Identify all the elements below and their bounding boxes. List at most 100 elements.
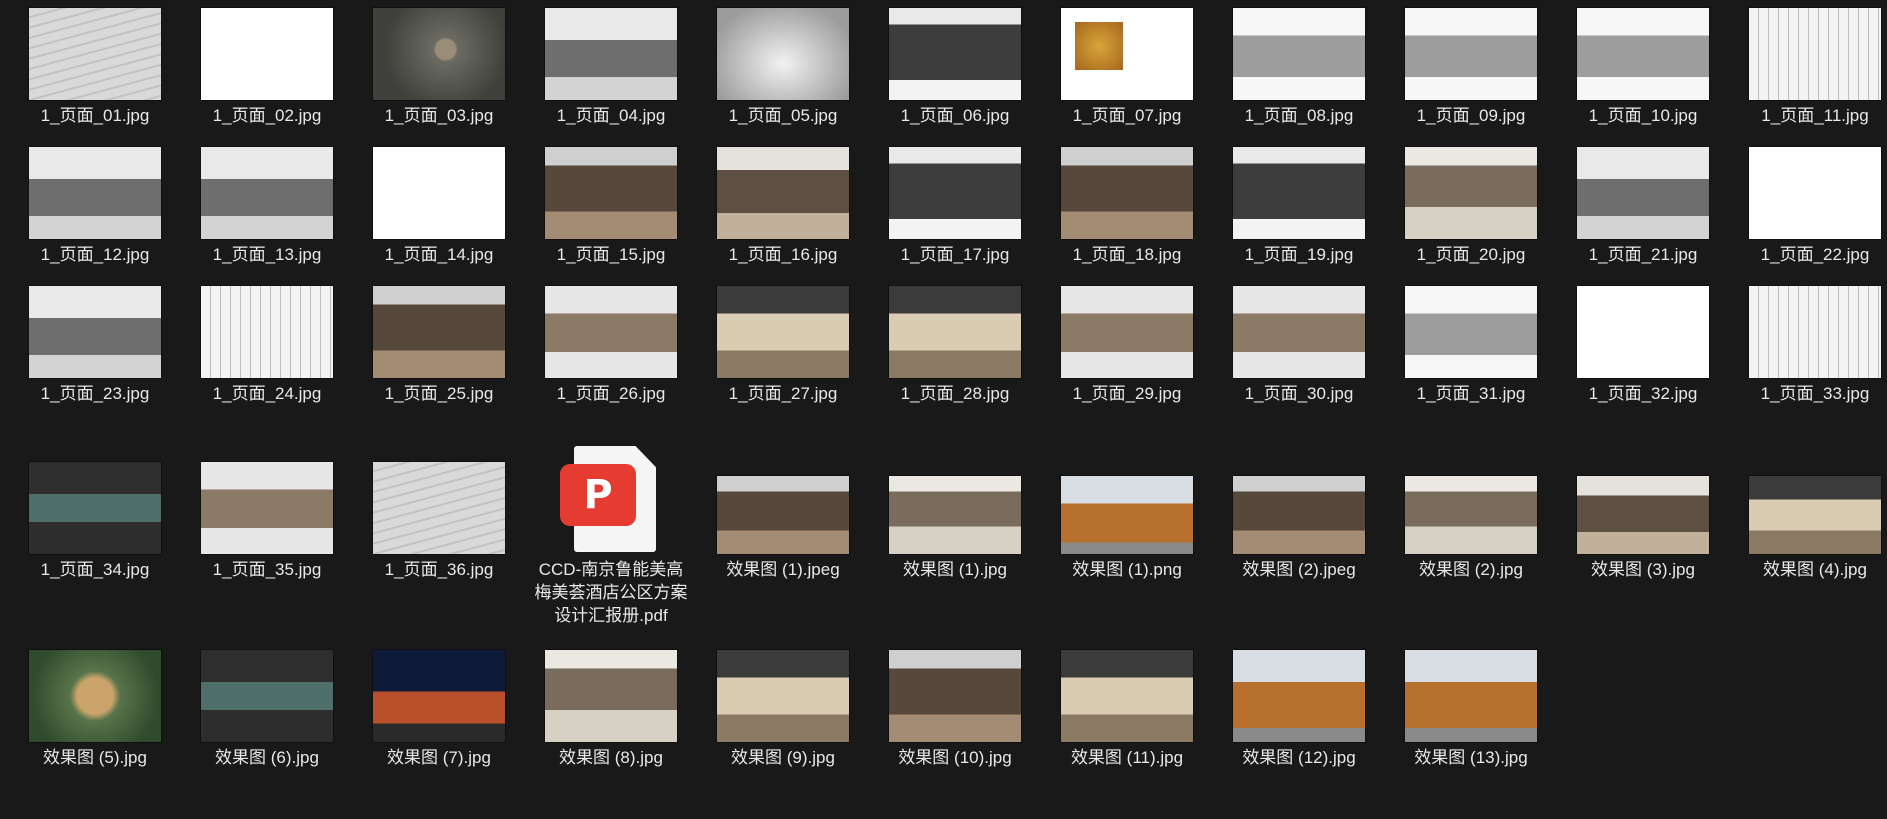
file-item[interactable]: 1_页面_05.jpg bbox=[703, 8, 863, 127]
file-item[interactable]: 效果图 (8).jpg bbox=[531, 646, 691, 769]
file-item[interactable]: 1_页面_10.jpg bbox=[1563, 8, 1723, 127]
file-item[interactable]: 1_页面_14.jpg bbox=[359, 147, 519, 266]
file-item[interactable]: 1_页面_12.jpg bbox=[15, 147, 175, 266]
image-thumbnail bbox=[545, 650, 677, 742]
file-name-label: 1_页面_04.jpg bbox=[556, 106, 666, 125]
file-item[interactable]: 1_页面_17.jpg bbox=[875, 147, 1035, 266]
image-thumbnail bbox=[717, 8, 849, 100]
file-item[interactable]: 1_页面_23.jpg bbox=[15, 286, 175, 405]
file-item[interactable]: 1_页面_29.jpg bbox=[1047, 286, 1207, 405]
file-item[interactable]: 效果图 (2).jpeg bbox=[1219, 426, 1379, 581]
file-item[interactable]: 1_页面_01.jpg bbox=[15, 8, 175, 127]
thumbnail-frame bbox=[1219, 147, 1379, 239]
image-thumbnail bbox=[373, 462, 505, 554]
file-item[interactable]: 效果图 (3).jpg bbox=[1563, 426, 1723, 581]
file-item[interactable]: 1_页面_02.jpg bbox=[187, 8, 347, 127]
file-item[interactable]: 1_页面_27.jpg bbox=[703, 286, 863, 405]
file-item[interactable]: 效果图 (7).jpg bbox=[359, 646, 519, 769]
thumbnail-frame bbox=[15, 8, 175, 100]
file-item[interactable]: 1_页面_22.jpg bbox=[1735, 147, 1887, 266]
file-item[interactable]: 效果图 (2).jpg bbox=[1391, 426, 1551, 581]
thumbnail-frame bbox=[1047, 147, 1207, 239]
image-thumbnail bbox=[1061, 650, 1193, 742]
pdf-file-icon: P bbox=[556, 444, 666, 554]
file-item[interactable]: 1_页面_33.jpg bbox=[1735, 286, 1887, 405]
image-thumbnail bbox=[1233, 147, 1365, 239]
image-thumbnail bbox=[1577, 8, 1709, 100]
file-item[interactable]: 效果图 (1).jpg bbox=[875, 426, 1035, 581]
file-item[interactable]: 1_页面_19.jpg bbox=[1219, 147, 1379, 266]
file-item[interactable]: 效果图 (1).jpeg bbox=[703, 426, 863, 581]
file-name-label: 1_页面_12.jpg bbox=[40, 245, 150, 264]
file-item[interactable]: 1_页面_25.jpg bbox=[359, 286, 519, 405]
image-thumbnail bbox=[373, 147, 505, 239]
thumbnail-frame bbox=[875, 426, 1035, 554]
file-item[interactable]: 1_页面_28.jpg bbox=[875, 286, 1035, 405]
file-name-label: 效果图 (3).jpg bbox=[1591, 560, 1695, 579]
file-item[interactable]: 效果图 (5).jpg bbox=[15, 646, 175, 769]
file-item[interactable]: 1_页面_30.jpg bbox=[1219, 286, 1379, 405]
thumbnail-frame bbox=[703, 426, 863, 554]
file-item[interactable]: 效果图 (4).jpg bbox=[1735, 426, 1887, 581]
file-item[interactable]: 1_页面_11.jpg bbox=[1735, 8, 1887, 127]
file-name-label: 效果图 (7).jpg bbox=[387, 748, 491, 767]
file-item[interactable]: 1_页面_06.jpg bbox=[875, 8, 1035, 127]
image-thumbnail bbox=[29, 8, 161, 100]
thumbnail-frame bbox=[1219, 646, 1379, 742]
image-thumbnail bbox=[373, 8, 505, 100]
file-item[interactable]: 1_页面_26.jpg bbox=[531, 286, 691, 405]
file-name-label: 1_页面_35.jpg bbox=[212, 560, 322, 579]
file-item[interactable]: 1_页面_15.jpg bbox=[531, 147, 691, 266]
file-name-label: 1_页面_26.jpg bbox=[556, 384, 666, 403]
file-name-label: 1_页面_02.jpg bbox=[212, 106, 322, 125]
file-name-label: 1_页面_28.jpg bbox=[900, 384, 1010, 403]
file-name-label: 1_页面_14.jpg bbox=[384, 245, 494, 264]
image-thumbnail bbox=[373, 286, 505, 378]
file-item[interactable]: 1_页面_21.jpg bbox=[1563, 147, 1723, 266]
thumbnail-frame bbox=[1219, 426, 1379, 554]
file-item[interactable]: 1_页面_04.jpg bbox=[531, 8, 691, 127]
file-item[interactable]: 1_页面_09.jpg bbox=[1391, 8, 1551, 127]
thumbnail-frame bbox=[1047, 286, 1207, 378]
file-item[interactable]: 效果图 (11).jpg bbox=[1047, 646, 1207, 769]
file-item[interactable]: 效果图 (1).png bbox=[1047, 426, 1207, 581]
file-name-label: 效果图 (12).jpg bbox=[1242, 748, 1356, 767]
file-item[interactable]: 1_页面_36.jpg bbox=[359, 426, 519, 581]
file-item[interactable]: 1_页面_24.jpg bbox=[187, 286, 347, 405]
file-name-label: 1_页面_01.jpg bbox=[40, 106, 150, 125]
image-thumbnail bbox=[1233, 8, 1365, 100]
file-item[interactable]: 1_页面_31.jpg bbox=[1391, 286, 1551, 405]
image-thumbnail bbox=[545, 286, 677, 378]
file-name-label: 效果图 (5).jpg bbox=[43, 748, 147, 767]
file-item[interactable]: 效果图 (10).jpg bbox=[875, 646, 1035, 769]
file-name-label: 效果图 (8).jpg bbox=[559, 748, 663, 767]
image-thumbnail bbox=[29, 650, 161, 742]
file-item[interactable]: 1_页面_20.jpg bbox=[1391, 147, 1551, 266]
file-item[interactable]: 效果图 (9).jpg bbox=[703, 646, 863, 769]
file-name-label: 效果图 (1).jpg bbox=[903, 560, 1007, 579]
file-name-label: 效果图 (2).jpeg bbox=[1242, 560, 1356, 579]
file-name-label: 1_页面_27.jpg bbox=[728, 384, 838, 403]
thumbnail-frame bbox=[1391, 646, 1551, 742]
file-item[interactable]: 1_页面_08.jpg bbox=[1219, 8, 1379, 127]
file-item[interactable]: 效果图 (12).jpg bbox=[1219, 646, 1379, 769]
file-name-label: 1_页面_19.jpg bbox=[1244, 245, 1354, 264]
file-item[interactable]: 1_页面_18.jpg bbox=[1047, 147, 1207, 266]
file-item[interactable]: 效果图 (13).jpg bbox=[1391, 646, 1551, 769]
file-item[interactable]: 1_页面_03.jpg bbox=[359, 8, 519, 127]
file-item[interactable]: 1_页面_35.jpg bbox=[187, 426, 347, 581]
thumbnail-frame bbox=[359, 8, 519, 100]
file-item[interactable]: 1_页面_13.jpg bbox=[187, 147, 347, 266]
thumbnail-frame bbox=[1563, 426, 1723, 554]
image-thumbnail bbox=[201, 462, 333, 554]
file-name-label: 1_页面_03.jpg bbox=[384, 106, 494, 125]
file-name-label: 1_页面_06.jpg bbox=[900, 106, 1010, 125]
file-name-label: 1_页面_24.jpg bbox=[212, 384, 322, 403]
file-item[interactable]: 1_页面_07.jpg bbox=[1047, 8, 1207, 127]
file-item[interactable]: 效果图 (6).jpg bbox=[187, 646, 347, 769]
file-item[interactable]: 1_页面_16.jpg bbox=[703, 147, 863, 266]
image-thumbnail bbox=[717, 147, 849, 239]
file-item[interactable]: 1_页面_34.jpg bbox=[15, 426, 175, 581]
file-item[interactable]: P CCD-南京鲁能美高梅美荟酒店公区方案设计汇报册.pdf bbox=[531, 426, 691, 627]
file-item[interactable]: 1_页面_32.jpg bbox=[1563, 286, 1723, 405]
